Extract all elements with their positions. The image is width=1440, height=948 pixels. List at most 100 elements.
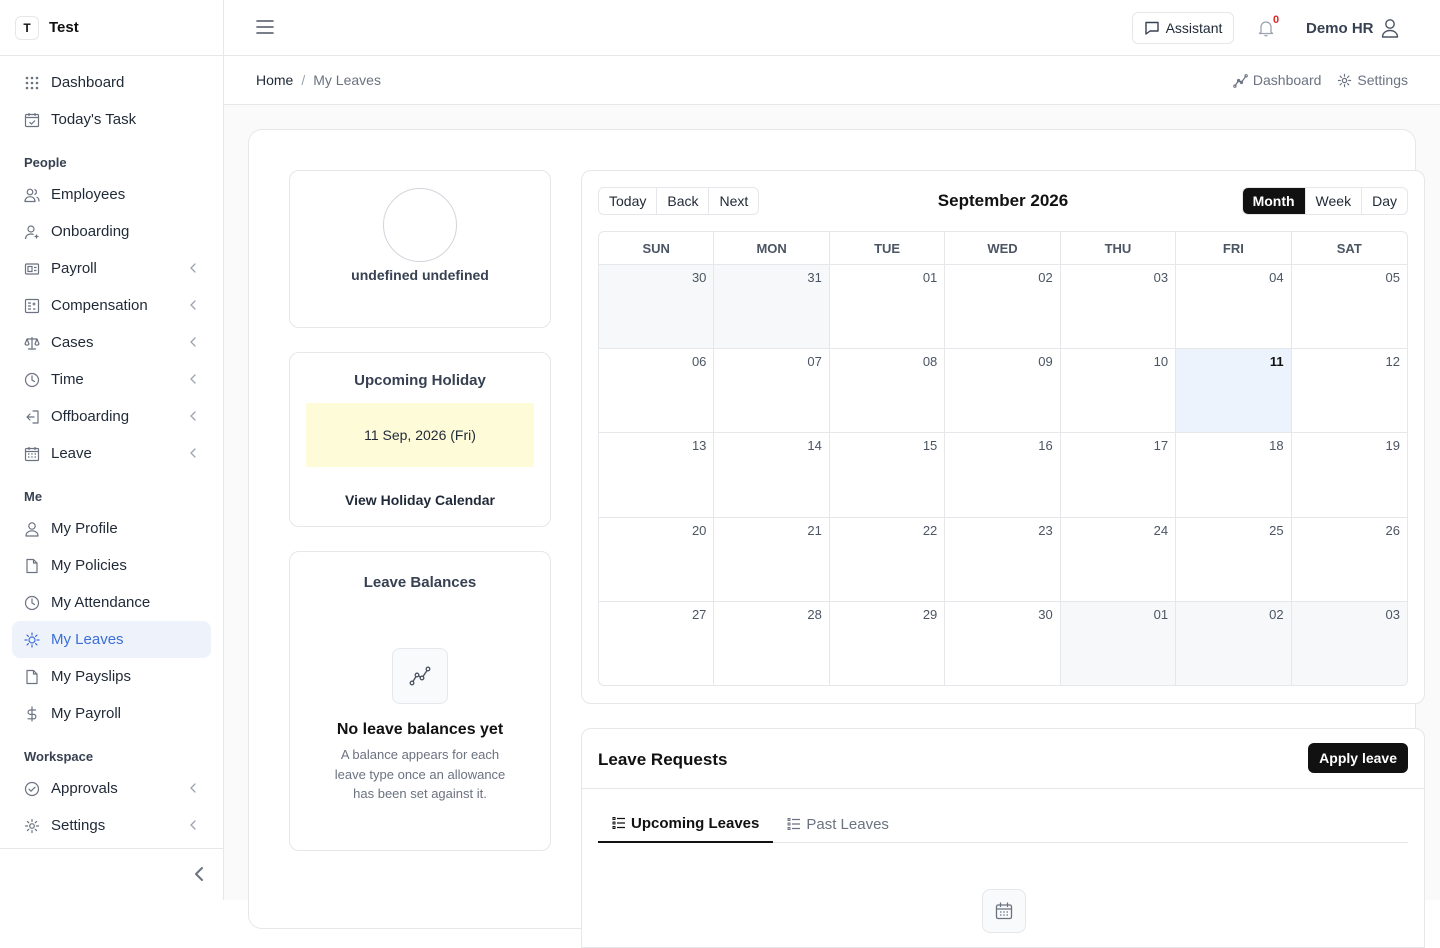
menu-icon[interactable] xyxy=(256,19,274,35)
upcoming-holiday-title: Upcoming Holiday xyxy=(290,372,550,389)
calendar-day[interactable]: 30 xyxy=(599,265,714,349)
sidebar-item-label: Approvals xyxy=(51,780,118,797)
calendar-icon xyxy=(982,889,1026,933)
sidebar-item-label: My Policies xyxy=(51,557,127,574)
grid-icon xyxy=(24,75,40,91)
chevron-left-icon xyxy=(189,300,197,310)
breadcrumb-home[interactable]: Home xyxy=(256,72,293,88)
calendar-day[interactable]: 17 xyxy=(1061,433,1176,517)
sidebar-item-my-payroll[interactable]: My Payroll xyxy=(12,695,211,732)
calendar-day[interactable]: 16 xyxy=(945,433,1060,517)
sidebar-item-label: Leave xyxy=(51,445,92,462)
day-number: 03 xyxy=(1386,607,1400,622)
calendar-day[interactable]: 03 xyxy=(1292,602,1407,686)
calendar-day[interactable]: 01 xyxy=(830,265,945,349)
calendar-day[interactable]: 02 xyxy=(945,265,1060,349)
sidebar-item-compensation[interactable]: Compensation xyxy=(12,287,211,324)
weekday-header: FRI xyxy=(1176,232,1291,264)
calendar-day[interactable]: 03 xyxy=(1061,265,1176,349)
calendar-day[interactable]: 13 xyxy=(599,433,714,517)
apply-leave-button[interactable]: Apply leave xyxy=(1308,743,1408,773)
calendar-day[interactable]: 28 xyxy=(714,602,829,686)
sidebar-item-label: My Payroll xyxy=(51,705,121,722)
tab-label: Past Leaves xyxy=(806,816,889,833)
assistant-button[interactable]: Assistant xyxy=(1132,12,1234,44)
week-view-button[interactable]: Week xyxy=(1306,188,1363,214)
sidebar-item-dashboard[interactable]: Dashboard xyxy=(12,64,211,101)
calendar-card: TodayBackNext September 2026 MonthWeekDa… xyxy=(581,170,1425,704)
calendar-day[interactable]: 30 xyxy=(945,602,1060,686)
calendar-day[interactable]: 09 xyxy=(945,349,1060,433)
calendar-day[interactable]: 23 xyxy=(945,518,1060,602)
sidebar: T Test DashboardToday's TaskPeopleEmploy… xyxy=(0,0,224,900)
day-number: 07 xyxy=(807,354,821,369)
bell-icon[interactable] xyxy=(1258,19,1274,37)
sidebar-item-my-payslips[interactable]: My Payslips xyxy=(12,658,211,695)
sidebar-item-time[interactable]: Time xyxy=(12,361,211,398)
trend-icon xyxy=(392,648,448,704)
calendar-day[interactable]: 05 xyxy=(1292,265,1407,349)
sidebar-item-my-leaves[interactable]: My Leaves xyxy=(12,621,211,658)
day-view-button[interactable]: Day xyxy=(1362,188,1407,214)
calendar-day[interactable]: 02 xyxy=(1176,602,1291,686)
sidebar-item-my-attendance[interactable]: My Attendance xyxy=(12,584,211,621)
calendar-day-today[interactable]: 11 xyxy=(1176,349,1291,433)
calendar-day[interactable]: 14 xyxy=(714,433,829,517)
user-icon[interactable] xyxy=(1381,18,1399,38)
breadcrumb-separator: / xyxy=(301,72,305,88)
calendar-weekday-header: SUNMONTUEWEDTHUFRISAT xyxy=(599,232,1407,265)
calendar-day[interactable]: 06 xyxy=(599,349,714,433)
collapse-sidebar-icon[interactable] xyxy=(193,866,205,882)
calendar-day[interactable]: 07 xyxy=(714,349,829,433)
calendar-day[interactable]: 27 xyxy=(599,602,714,686)
calendar-day[interactable]: 26 xyxy=(1292,518,1407,602)
day-number: 08 xyxy=(923,354,937,369)
calendar-day[interactable]: 19 xyxy=(1292,433,1407,517)
leave-requests-title: Leave Requests xyxy=(598,750,727,770)
quick-link-settings[interactable]: Settings xyxy=(1337,72,1408,88)
top-bar: Assistant 0 Demo HR xyxy=(224,0,1440,56)
day-number: 12 xyxy=(1386,354,1400,369)
sidebar-item-payroll[interactable]: Payroll xyxy=(12,250,211,287)
user-name[interactable]: Demo HR xyxy=(1306,20,1374,37)
calendar-day[interactable]: 22 xyxy=(830,518,945,602)
holiday-date-box: 11 Sep, 2026 (Fri) xyxy=(306,403,534,467)
calendar-day[interactable]: 24 xyxy=(1061,518,1176,602)
view-holiday-calendar-link[interactable]: View Holiday Calendar xyxy=(290,492,550,508)
calendar-day[interactable]: 29 xyxy=(830,602,945,686)
calendar-day[interactable]: 10 xyxy=(1061,349,1176,433)
calendar-day[interactable]: 25 xyxy=(1176,518,1291,602)
day-number: 11 xyxy=(1270,354,1284,369)
tab-upcoming-leaves[interactable]: Upcoming Leaves xyxy=(598,805,773,843)
brand-name: Test xyxy=(49,19,79,36)
list-icon xyxy=(787,817,801,831)
calendar-day[interactable]: 15 xyxy=(830,433,945,517)
calendar-day[interactable]: 04 xyxy=(1176,265,1291,349)
sidebar-item-my-profile[interactable]: My Profile xyxy=(12,510,211,547)
sidebar-item-employees[interactable]: Employees xyxy=(12,176,211,213)
calendar-day[interactable]: 01 xyxy=(1061,602,1176,686)
sidebar-item-cases[interactable]: Cases xyxy=(12,324,211,361)
sidebar-item-my-policies[interactable]: My Policies xyxy=(12,547,211,584)
weekday-header: MON xyxy=(714,232,829,264)
sidebar-item-onboarding[interactable]: Onboarding xyxy=(12,213,211,250)
tab-past-leaves[interactable]: Past Leaves xyxy=(773,805,903,843)
calendar-day[interactable]: 18 xyxy=(1176,433,1291,517)
brand[interactable]: T Test xyxy=(0,0,223,56)
calendar-day[interactable]: 31 xyxy=(714,265,829,349)
sidebar-item-leave[interactable]: Leave xyxy=(12,435,211,472)
day-number: 28 xyxy=(807,607,821,622)
day-number: 06 xyxy=(692,354,706,369)
sidebar-item-offboarding[interactable]: Offboarding xyxy=(12,398,211,435)
weekday-header: THU xyxy=(1061,232,1176,264)
calendar-day[interactable]: 20 xyxy=(599,518,714,602)
calendar-day[interactable]: 12 xyxy=(1292,349,1407,433)
calendar-day[interactable]: 21 xyxy=(714,518,829,602)
sidebar-item-settings[interactable]: Settings xyxy=(12,807,211,844)
month-view-button[interactable]: Month xyxy=(1243,188,1306,214)
sidebar-item-today-s-task[interactable]: Today's Task xyxy=(12,101,211,138)
calendar-day[interactable]: 08 xyxy=(830,349,945,433)
sidebar-item-label: Employees xyxy=(51,186,125,203)
sidebar-item-approvals[interactable]: Approvals xyxy=(12,770,211,807)
quick-link-dashboard[interactable]: Dashboard xyxy=(1233,72,1322,88)
